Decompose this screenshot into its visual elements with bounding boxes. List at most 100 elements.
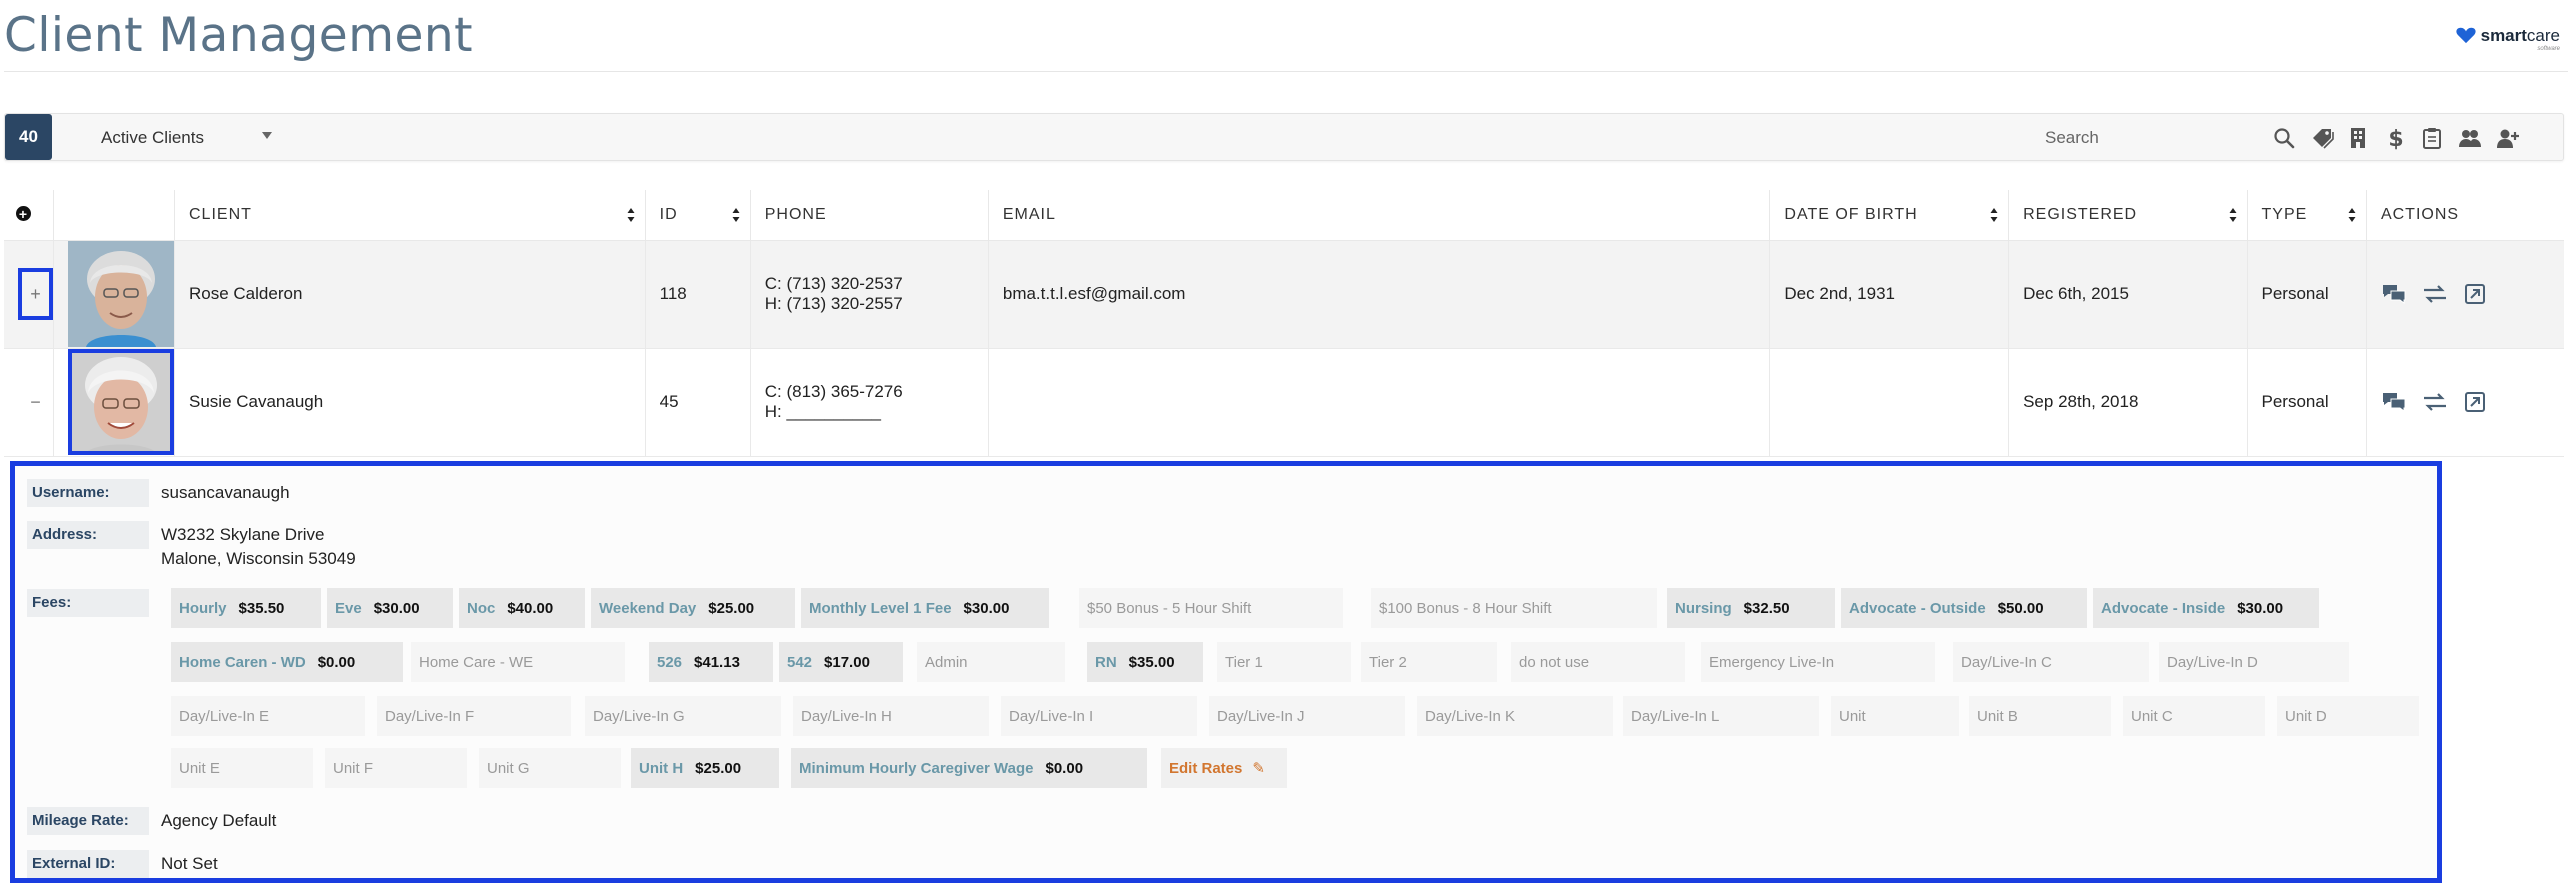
column-header-actions: ACTIONS	[2366, 190, 2564, 241]
fee-item[interactable]: Day/Live-In K	[1417, 696, 1613, 736]
fee-item[interactable]: Admin	[917, 642, 1065, 682]
search-icon[interactable]	[2271, 125, 2297, 151]
mileage-row: Mileage Rate: Agency Default	[27, 807, 276, 835]
collapse-button[interactable]: −	[18, 376, 53, 428]
external-link-icon[interactable]	[2462, 391, 2488, 413]
search-input[interactable]	[2045, 124, 2265, 152]
clients-table: + CLIENT ID PHONE EMAIL DATE OF BIRTH RE…	[4, 190, 2564, 457]
expand-button[interactable]: +	[18, 268, 53, 320]
avatar	[68, 241, 174, 347]
address-value: W3232 Skylane Drive Malone, Wisconsin 53…	[161, 525, 356, 568]
sort-icon[interactable]	[2348, 206, 2356, 224]
client-dob: Dec 2nd, 1931	[1769, 240, 2010, 349]
add-user-icon[interactable]	[2495, 125, 2521, 151]
fee-item[interactable]: Weekend Day $25.00	[591, 588, 795, 628]
fee-item[interactable]: Day/Live-In H	[793, 696, 989, 736]
fee-item[interactable]: Advocate - Outside $50.00	[1841, 588, 2087, 628]
messages-icon[interactable]	[2381, 391, 2407, 413]
fee-item[interactable]: Day/Live-In J	[1209, 696, 1405, 736]
external-link-icon[interactable]	[2462, 283, 2488, 305]
table-row[interactable]: − Susie Cavanaugh 45 C: (813) 365-7276 H…	[4, 348, 2564, 457]
column-header-phone: PHONE	[750, 190, 989, 241]
client-name[interactable]: Rose Calderon	[174, 240, 646, 349]
fee-item[interactable]: Emergency Live-In	[1701, 642, 1935, 682]
fee-item[interactable]: Day/Live-In D	[2159, 642, 2349, 682]
fee-item[interactable]: $100 Bonus - 8 Hour Shift	[1371, 588, 1657, 628]
client-type: Personal	[2247, 240, 2367, 349]
client-email[interactable]: bma.t.t.l.esf@gmail.com	[988, 240, 1771, 349]
svg-text:$: $	[2388, 127, 2403, 150]
edit-rates-button[interactable]: Edit Rates ✎	[1161, 748, 1287, 788]
fee-item[interactable]: Unit F	[325, 748, 467, 788]
sort-icon[interactable]	[627, 206, 635, 224]
messages-icon[interactable]	[2381, 283, 2407, 305]
fee-item[interactable]: do not use	[1511, 642, 1685, 682]
fee-item[interactable]: Minimum Hourly Caregiver Wage $0.00	[791, 748, 1147, 788]
fee-item[interactable]: RN $35.00	[1087, 642, 1203, 682]
fee-item[interactable]: Day/Live-In I	[1001, 696, 1197, 736]
transfer-icon[interactable]	[2422, 391, 2448, 413]
column-header-email: EMAIL	[988, 190, 1771, 241]
column-header-type[interactable]: TYPE	[2247, 190, 2367, 241]
column-header-client[interactable]: CLIENT	[174, 190, 646, 241]
caret-down-icon[interactable]	[262, 132, 272, 139]
fees-row: Fees:	[27, 589, 149, 617]
fee-item[interactable]: 526 $41.13	[649, 642, 773, 682]
fee-item[interactable]: Unit	[1831, 696, 1959, 736]
fee-item[interactable]: Unit C	[2123, 696, 2265, 736]
users-icon[interactable]	[2457, 125, 2483, 151]
column-header-registered[interactable]: REGISTERED	[2008, 190, 2248, 241]
dollar-icon[interactable]: $	[2383, 125, 2409, 151]
photo-cell	[53, 348, 175, 457]
clipboard-icon[interactable]	[2419, 125, 2445, 151]
fee-item[interactable]: Monthly Level 1 Fee $30.00	[801, 588, 1049, 628]
client-detail-panel: Username: susancavanaugh Address: W3232 …	[10, 461, 2442, 883]
mileage-value: Agency Default	[161, 811, 277, 830]
add-column-header[interactable]: +	[4, 190, 54, 241]
column-header-id[interactable]: ID	[645, 190, 751, 241]
fee-item[interactable]: Tier 1	[1217, 642, 1351, 682]
fee-item[interactable]: $50 Bonus - 5 Hour Shift	[1079, 588, 1343, 628]
tags-icon[interactable]	[2310, 125, 2336, 151]
fee-item[interactable]: Home Care - WE	[411, 642, 625, 682]
fee-item[interactable]: Unit B	[1969, 696, 2111, 736]
fee-item[interactable]: Unit E	[171, 748, 313, 788]
sort-icon[interactable]	[732, 206, 740, 224]
fee-item[interactable]: Hourly $35.50	[171, 588, 321, 628]
client-filter-select[interactable]: Active Clients	[101, 125, 204, 151]
client-photo[interactable]	[68, 241, 174, 347]
sort-icon[interactable]	[2229, 206, 2237, 224]
table-row[interactable]: + Rose Calderon 118 C: (713) 320-2537 H:…	[4, 240, 2564, 349]
fee-item[interactable]: Noc $40.00	[459, 588, 585, 628]
fee-item[interactable]: Unit G	[479, 748, 621, 788]
address-row: Address: W3232 Skylane Drive Malone, Wis…	[27, 521, 356, 571]
fee-item[interactable]: Eve $30.00	[327, 588, 453, 628]
add-circle-icon[interactable]: +	[16, 206, 31, 222]
fee-item[interactable]: Day/Live-In E	[171, 696, 365, 736]
transfer-icon[interactable]	[2422, 283, 2448, 305]
fee-item[interactable]: Day/Live-In G	[585, 696, 781, 736]
fee-item[interactable]: Unit H $25.00	[631, 748, 779, 788]
fee-item[interactable]: Tier 2	[1361, 642, 1497, 682]
fee-item[interactable]: 542 $17.00	[779, 642, 903, 682]
title-divider	[4, 71, 2568, 72]
sort-icon[interactable]	[1990, 206, 1998, 224]
fee-item[interactable]: Unit D	[2277, 696, 2419, 736]
fee-item[interactable]: Home Caren - WD $0.00	[171, 642, 403, 682]
client-name[interactable]: Susie Cavanaugh	[174, 348, 646, 457]
building-icon[interactable]	[2345, 125, 2371, 151]
column-header-dob[interactable]: DATE OF BIRTH	[1769, 190, 2010, 241]
heart-icon	[2455, 27, 2476, 44]
fee-item[interactable]: Day/Live-In L	[1623, 696, 1819, 736]
fee-item[interactable]: Advocate - Inside $30.00	[2093, 588, 2319, 628]
fee-item[interactable]: Nursing $32.50	[1667, 588, 1835, 628]
fee-item[interactable]: Day/Live-In F	[377, 696, 571, 736]
client-photo[interactable]	[68, 349, 174, 455]
username-label: Username:	[27, 479, 149, 507]
client-phone: C: (713) 320-2537 H: (713) 320-2557	[750, 240, 989, 349]
fee-item[interactable]: Day/Live-In C	[1953, 642, 2149, 682]
client-registered: Sep 28th, 2018	[2008, 348, 2248, 457]
logo-subtext: software	[2537, 46, 2560, 52]
pencil-icon[interactable]: ✎	[1252, 759, 1265, 777]
client-email[interactable]	[988, 348, 1771, 457]
